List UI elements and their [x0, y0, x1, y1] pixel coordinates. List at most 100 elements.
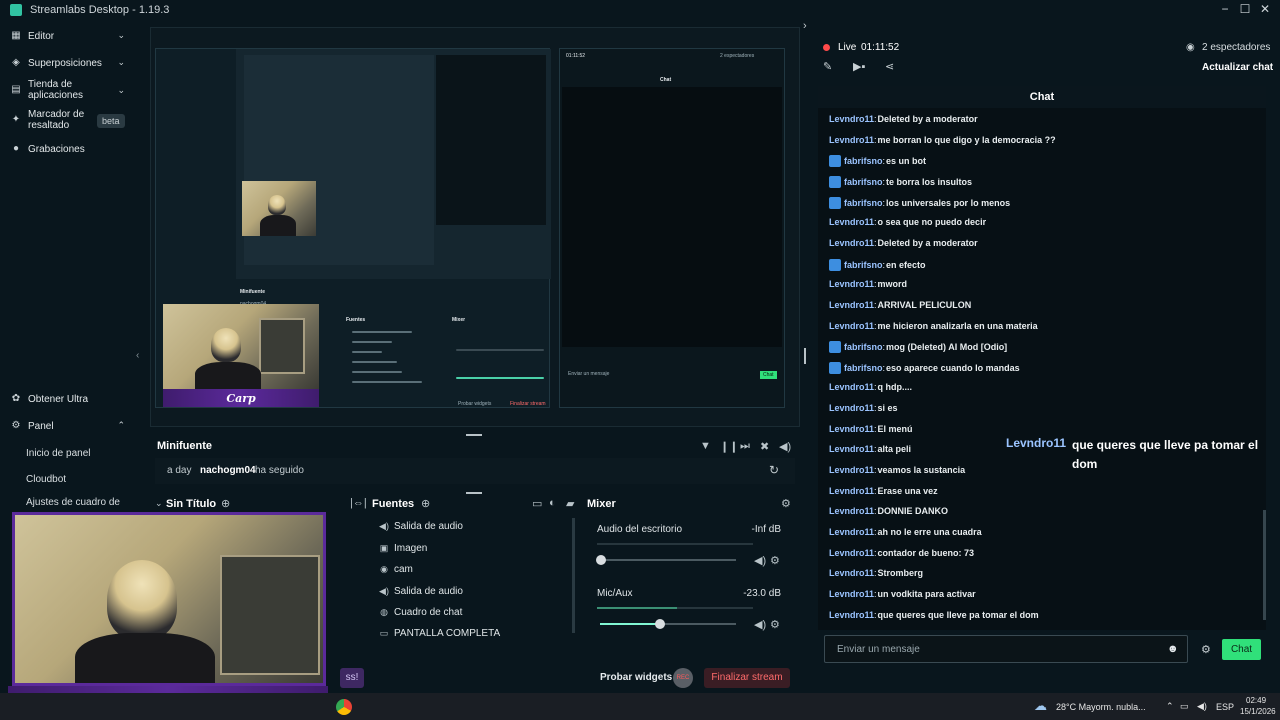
clip-icon[interactable]: ▶▪ — [853, 60, 865, 73]
pause-icon[interactable]: ❙❙ — [720, 440, 738, 453]
nav-label: Editor — [28, 30, 55, 42]
volume-icon[interactable]: ◀) — [779, 440, 791, 453]
end-stream-button[interactable]: Finalizar stream — [704, 668, 790, 688]
volume-tray-icon[interactable]: ◀) — [1197, 701, 1207, 712]
chat-username[interactable]: Levndro11 — [829, 279, 874, 289]
mixer-settings-icon[interactable]: ⚙ — [781, 497, 791, 510]
stream-preview[interactable]: Minifuente nachogm04 Fuentes Mixer Proba… — [150, 27, 800, 427]
chat-username[interactable]: Levndro11 — [829, 424, 874, 434]
chat-message-list[interactable]: Levndro11: Deleted by a moderator Levndro1… — [818, 108, 1266, 630]
chat-username[interactable]: Levndro11 — [829, 300, 874, 310]
maximize-button[interactable]: ☐ — [1238, 2, 1252, 16]
nested-preview — [236, 49, 551, 279]
source-item[interactable]: ▭ PANTALLA COMPLETA — [378, 628, 500, 639]
source-item[interactable]: ◀) Salida de audio — [378, 521, 463, 532]
clock-time[interactable]: 02:49 — [1246, 696, 1266, 705]
chat-username[interactable]: Levndro11 — [829, 548, 874, 558]
chat-username[interactable]: Levndro11 — [829, 589, 874, 599]
tray-chevron-icon[interactable]: ⌃ — [1166, 701, 1174, 712]
chevron-down-icon[interactable]: ⌄ — [155, 498, 163, 509]
chat-settings-icon[interactable]: ⚙ — [1201, 643, 1211, 656]
weather-text[interactable]: 28°C Mayorm. nubla... — [1056, 702, 1146, 712]
chat-username[interactable]: Levndro11 — [829, 506, 874, 516]
close-button[interactable]: ✕ — [1258, 2, 1272, 16]
network-icon[interactable]: ▭ — [1180, 701, 1189, 712]
sources-scrollbar[interactable] — [572, 518, 575, 633]
nav-panel[interactable]: ⚙ Panel ⌃ — [10, 420, 125, 432]
gear-icon[interactable]: ⚙ — [770, 554, 780, 567]
sub-cloudbot[interactable]: Cloudbot — [26, 474, 66, 485]
source-item[interactable]: ◍ Cuadro de chat — [378, 607, 462, 618]
filter-icon[interactable]: ▼ — [700, 440, 711, 452]
speaker-icon[interactable]: ◀) — [754, 618, 766, 631]
nav-tienda[interactable]: ▤ Tienda de aplicaciones ⌄ — [10, 79, 125, 101]
resize-handle[interactable] — [466, 492, 482, 494]
chat-username[interactable]: fabrifsno — [844, 363, 883, 373]
chat-username[interactable]: Levndro11 — [829, 321, 874, 331]
chat-username[interactable]: Levndro11 — [829, 135, 874, 145]
nav-superposiciones[interactable]: ◈ Superposiciones ⌄ — [10, 57, 125, 69]
chat-text: contador de bueno: 73 — [877, 547, 975, 558]
repeat-icon[interactable]: ↻ — [769, 463, 779, 477]
chat-username[interactable]: Levndro11 — [829, 527, 874, 537]
skip-icon[interactable]: ⏭ — [740, 440, 750, 453]
mute-notify-icon[interactable]: ✖ — [760, 440, 769, 453]
chat-username[interactable]: Levndro11 — [829, 382, 874, 392]
chrome-icon[interactable] — [336, 699, 352, 715]
test-widgets-button[interactable]: Probar widgets — [600, 672, 672, 683]
chat-scrollbar[interactable] — [1263, 510, 1266, 620]
minimize-button[interactable]: − — [1218, 2, 1232, 16]
selective-recording-icon[interactable]: ◐ — [549, 497, 556, 509]
source-item[interactable]: ◀) Salida de audio — [378, 586, 463, 597]
chat-username[interactable]: Levndro11 — [829, 568, 874, 578]
chat-input[interactable]: Enviar un mensaje ☻ — [824, 635, 1188, 663]
clock-date[interactable]: 15/1/2026 — [1240, 707, 1276, 716]
chat-username[interactable]: Levndro11 — [829, 114, 874, 124]
resize-handle-vertical[interactable] — [804, 348, 806, 364]
update-chat-button[interactable]: Actualizar chat — [1202, 62, 1273, 73]
share-icon[interactable]: ⋖ — [885, 60, 894, 73]
chevron-up-icon: ⌃ — [117, 420, 125, 430]
rec-button[interactable]: REC — [673, 668, 693, 688]
source-item[interactable]: ◉ cam — [378, 564, 413, 575]
gear-icon[interactable]: ⚙ — [770, 618, 780, 631]
platform-badge-icon — [829, 258, 841, 271]
chat-send-button[interactable]: Chat — [1222, 639, 1261, 660]
folder-icon[interactable]: ▭ — [532, 497, 542, 510]
language-indicator[interactable]: ESP — [1216, 702, 1234, 712]
source-item[interactable]: ▣ Imagen — [378, 543, 428, 554]
resize-handle[interactable] — [466, 434, 482, 436]
nav-editor[interactable]: ▦ Editor ⌄ — [10, 30, 125, 42]
nav-obtener-ultra[interactable]: ✿ Obtener Ultra — [10, 393, 125, 405]
collapse-left-icon[interactable]: ‹ — [136, 350, 139, 361]
nav-grabaciones[interactable]: ● Grabaciones — [10, 143, 125, 155]
sub-ajustes-cuadro[interactable]: Ajustes de cuadro de — [26, 497, 120, 508]
source-folder-icon[interactable]: ▰ — [566, 497, 574, 510]
chat-username[interactable]: fabrifsno — [844, 198, 883, 208]
sub-inicio-panel[interactable]: Inicio de panel — [26, 448, 91, 459]
chat-username[interactable]: fabrifsno — [844, 260, 883, 270]
chat-username[interactable]: Levndro11 — [829, 444, 874, 454]
volume-slider-knob[interactable] — [596, 555, 606, 565]
emoji-icon[interactable]: ☻ — [1167, 643, 1179, 655]
speaker-icon[interactable]: ◀) — [754, 554, 766, 567]
chat-username[interactable]: Levndro11 — [829, 486, 874, 496]
chat-username[interactable]: fabrifsno — [844, 177, 883, 187]
chat-username[interactable]: Levndro11 — [829, 217, 874, 227]
chat-username[interactable]: Levndro11 — [829, 465, 874, 475]
chat-username[interactable]: Levndro11 — [829, 403, 874, 413]
edit-icon[interactable]: ✎ — [823, 60, 832, 73]
collapse-right-icon[interactable]: › — [803, 20, 807, 32]
chat-username[interactable]: fabrifsno — [844, 156, 883, 166]
volume-slider-track[interactable] — [600, 559, 736, 561]
chat-message: Levndro11: Stromberg — [829, 568, 923, 578]
add-source-icon[interactable]: ⊕ — [421, 497, 430, 510]
chat-message: Levndro11: o sea que no puedo decir — [829, 217, 986, 227]
partial-hidden-button[interactable]: ss! — [340, 668, 364, 688]
volume-slider-knob[interactable] — [655, 619, 665, 629]
add-scene-icon[interactable]: ⊕ — [221, 497, 230, 510]
chat-username[interactable]: fabrifsno — [844, 342, 883, 352]
chat-username[interactable]: Levndro11 — [829, 610, 874, 620]
chat-username[interactable]: Levndro11 — [829, 238, 874, 248]
scene-transitions-icon[interactable]: |⇔| — [350, 497, 367, 509]
